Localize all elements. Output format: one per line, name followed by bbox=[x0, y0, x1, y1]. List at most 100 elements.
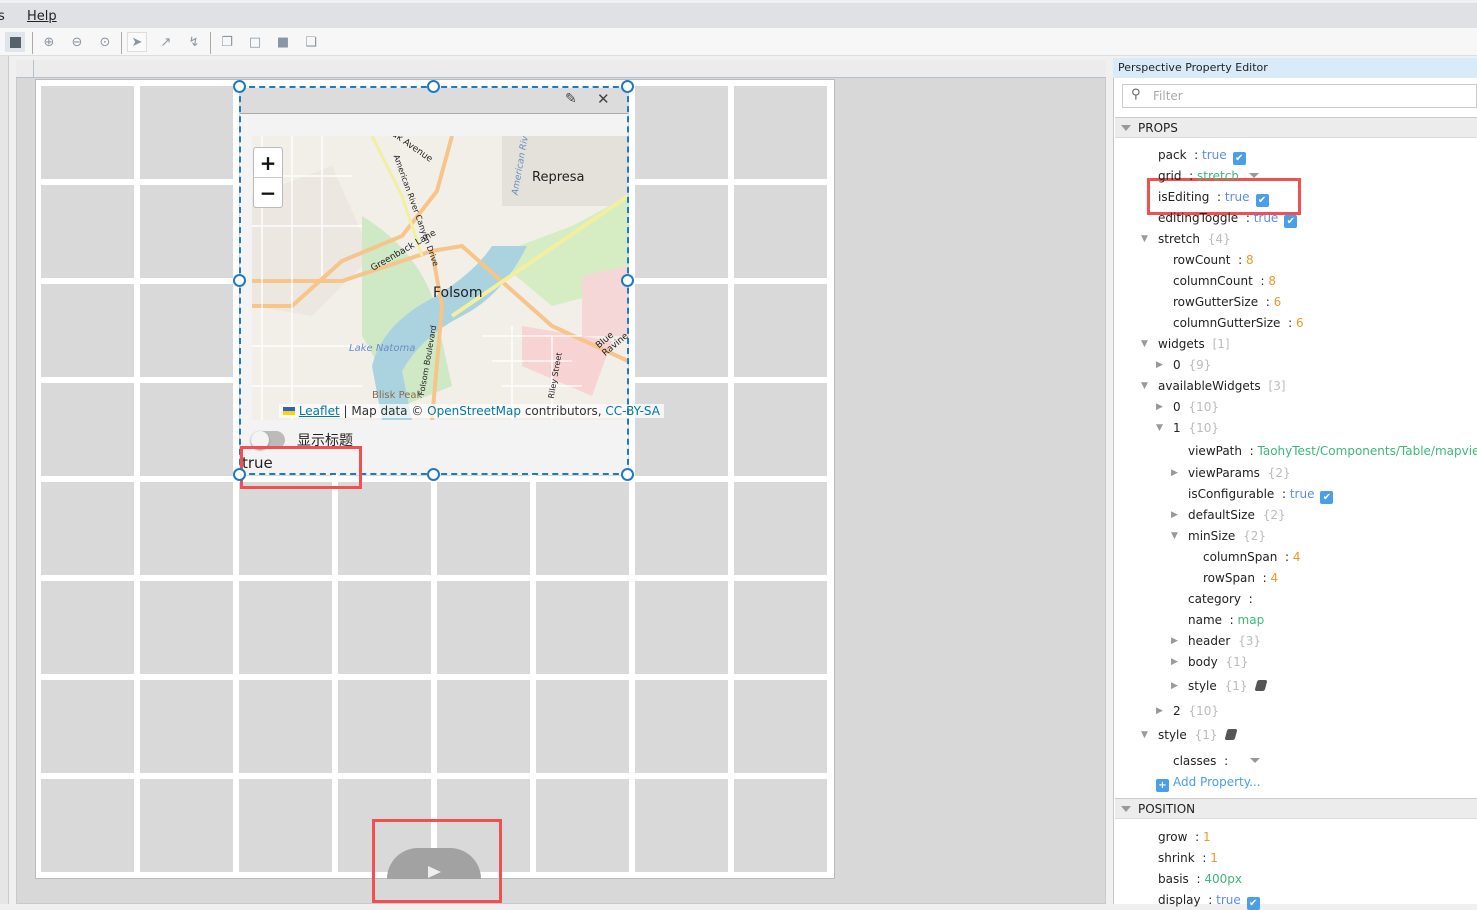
grid-cell[interactable] bbox=[734, 680, 827, 773]
property-value[interactable]: 8 bbox=[1268, 274, 1276, 288]
collapse-arrow-icon[interactable]: ▼ bbox=[1141, 230, 1148, 248]
property-row[interactable]: ▶2 {10} bbox=[1173, 702, 1219, 720]
property-value[interactable]: 400px bbox=[1204, 872, 1242, 886]
property-row[interactable]: ▶header {3} bbox=[1188, 632, 1261, 650]
property-value[interactable]: {10} bbox=[1188, 704, 1219, 718]
property-value[interactable]: {2} bbox=[1243, 529, 1266, 543]
property-row[interactable]: ▶0 {10} bbox=[1173, 398, 1219, 416]
property-row[interactable]: ▼stretch {4} bbox=[1158, 230, 1231, 248]
dropdown-caret-icon[interactable] bbox=[1249, 173, 1259, 183]
grid-cell[interactable] bbox=[437, 680, 530, 773]
bring-front-icon[interactable]: ❐ bbox=[217, 32, 237, 52]
grid-cell[interactable] bbox=[41, 581, 134, 674]
property-value[interactable]: {1} bbox=[1195, 728, 1218, 742]
property-value[interactable]: {10} bbox=[1188, 400, 1219, 414]
grid-cell[interactable] bbox=[635, 185, 728, 278]
grid-cell[interactable] bbox=[140, 284, 233, 377]
expand-arrow-icon[interactable]: ▶ bbox=[1156, 356, 1163, 374]
position-section-header[interactable]: POSITION bbox=[1115, 798, 1477, 819]
grid-cell[interactable] bbox=[536, 482, 629, 575]
property-value[interactable]: 4 bbox=[1293, 550, 1301, 564]
property-value[interactable]: 1 bbox=[1203, 830, 1211, 844]
grid-cell[interactable] bbox=[635, 284, 728, 377]
property-row[interactable]: grid : stretch bbox=[1158, 167, 1259, 185]
property-row[interactable]: columnGutterSize : 6 bbox=[1173, 314, 1304, 332]
expand-arrow-icon[interactable]: ▶ bbox=[1171, 677, 1178, 695]
property-value[interactable]: [1] bbox=[1213, 337, 1230, 351]
property-row[interactable]: editingToggle : true✔ bbox=[1158, 209, 1297, 227]
property-row[interactable]: category : bbox=[1188, 590, 1257, 608]
property-row[interactable]: pack : true✔ bbox=[1158, 146, 1246, 164]
property-row[interactable]: basis : 400px bbox=[1158, 870, 1242, 888]
property-value[interactable]: true bbox=[1225, 190, 1250, 204]
grid-cell[interactable] bbox=[140, 680, 233, 773]
zoom-fit-icon[interactable]: ⊙ bbox=[95, 32, 115, 52]
checkbox[interactable]: ✔ bbox=[1256, 194, 1269, 207]
grid-cell[interactable] bbox=[140, 779, 233, 872]
menu-item-help[interactable]: Help bbox=[27, 9, 57, 24]
property-value[interactable]: true bbox=[1290, 487, 1315, 501]
property-row[interactable]: columnCount : 8 bbox=[1173, 272, 1276, 290]
property-row[interactable]: ▼availableWidgets [3] bbox=[1158, 377, 1286, 395]
property-value[interactable]: {3} bbox=[1238, 634, 1261, 648]
connect-icon[interactable]: ↗ bbox=[156, 32, 176, 52]
filter-input[interactable]: ⚲Filter bbox=[1122, 84, 1477, 108]
grid-cell[interactable] bbox=[140, 86, 233, 179]
grid-cell[interactable] bbox=[437, 581, 530, 674]
grid-cell[interactable] bbox=[41, 482, 134, 575]
expand-arrow-icon[interactable]: ▶ bbox=[1156, 702, 1163, 720]
grid-cell[interactable] bbox=[140, 383, 233, 476]
grid-cell[interactable] bbox=[536, 779, 629, 872]
collapse-arrow-icon[interactable]: ▼ bbox=[1171, 527, 1178, 545]
property-value[interactable]: {9} bbox=[1188, 358, 1211, 372]
property-row[interactable]: grow : 1 bbox=[1158, 828, 1211, 846]
zoom-out-icon[interactable]: ⊖ bbox=[67, 32, 87, 52]
resize-handle[interactable] bbox=[233, 274, 246, 287]
property-value[interactable]: {4} bbox=[1208, 232, 1231, 246]
grid-cell[interactable] bbox=[635, 383, 728, 476]
property-row[interactable]: ▶viewParams {2} bbox=[1188, 464, 1291, 482]
property-row[interactable]: ▶0 {9} bbox=[1173, 356, 1211, 374]
grid-cell[interactable] bbox=[41, 86, 134, 179]
property-value[interactable]: stretch bbox=[1197, 169, 1239, 183]
property-row[interactable]: isConfigurable : true✔ bbox=[1188, 485, 1333, 503]
collapse-arrow-icon[interactable]: ▼ bbox=[1156, 419, 1163, 437]
expand-arrow-icon[interactable]: ▶ bbox=[1171, 632, 1178, 650]
property-row[interactable]: display : true✔ bbox=[1158, 891, 1260, 909]
resize-handle[interactable] bbox=[233, 468, 246, 481]
grid-cell[interactable] bbox=[635, 86, 728, 179]
property-row[interactable]: name : map bbox=[1188, 611, 1264, 629]
expand-arrow-icon[interactable]: ▶ bbox=[1156, 398, 1163, 416]
grid-cell[interactable] bbox=[734, 482, 827, 575]
grid-cell[interactable] bbox=[140, 482, 233, 575]
resize-handle[interactable] bbox=[427, 468, 440, 481]
grid-cell[interactable] bbox=[635, 482, 728, 575]
property-value[interactable]: true bbox=[1254, 211, 1279, 225]
property-value[interactable]: 6 bbox=[1274, 295, 1282, 309]
collapse-arrow-icon[interactable]: ▼ bbox=[1141, 377, 1148, 395]
property-row[interactable]: shrink : 1 bbox=[1158, 849, 1218, 867]
resize-handle[interactable] bbox=[427, 80, 440, 93]
resize-handle[interactable] bbox=[621, 274, 634, 287]
property-row[interactable]: classes : bbox=[1173, 752, 1260, 770]
group-icon[interactable]: ■ bbox=[273, 32, 293, 52]
property-row[interactable]: rowGutterSize : 6 bbox=[1173, 293, 1281, 311]
grid-cell[interactable] bbox=[734, 185, 827, 278]
property-value[interactable]: {2} bbox=[1268, 466, 1291, 480]
property-value[interactable]: 4 bbox=[1271, 571, 1279, 585]
property-value[interactable]: [3] bbox=[1269, 379, 1286, 393]
grid-cell[interactable] bbox=[338, 581, 431, 674]
resize-handle[interactable] bbox=[233, 80, 246, 93]
add-property-button[interactable]: +Add Property... bbox=[1156, 775, 1261, 792]
property-value[interactable]: {2} bbox=[1263, 508, 1286, 522]
grid-cell[interactable] bbox=[536, 680, 629, 773]
layers-icon[interactable]: ❏ bbox=[301, 32, 321, 52]
grid-cell[interactable] bbox=[635, 680, 728, 773]
grid-cell[interactable] bbox=[734, 779, 827, 872]
property-row[interactable]: ▼minSize {2} bbox=[1188, 527, 1266, 545]
property-value[interactable]: {1} bbox=[1225, 679, 1248, 693]
grid-cell[interactable] bbox=[734, 383, 827, 476]
grid-cell[interactable] bbox=[734, 581, 827, 674]
property-value[interactable]: 6 bbox=[1296, 316, 1304, 330]
dropdown-caret-icon[interactable] bbox=[1250, 758, 1260, 768]
